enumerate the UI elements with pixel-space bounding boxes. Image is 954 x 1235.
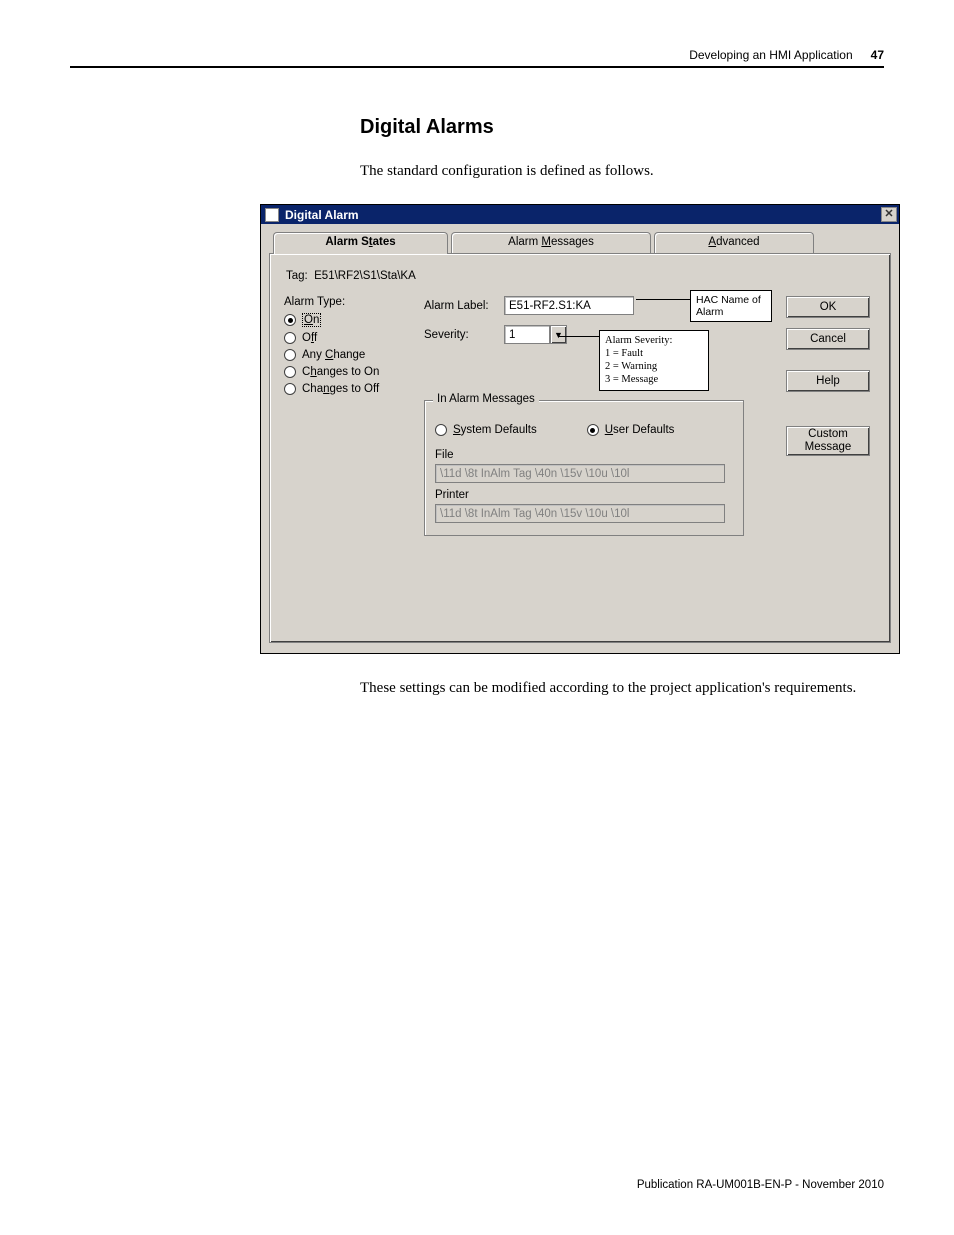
publication-footer: Publication RA-UM001B-EN-P - November 20… — [637, 1179, 884, 1191]
tab-alarm-messages[interactable]: Alarm Messages — [451, 232, 651, 254]
custom-message-button[interactable]: Custom Message — [786, 426, 870, 456]
radio-dot-icon — [284, 332, 296, 344]
close-icon[interactable]: ✕ — [881, 207, 897, 222]
group-legend: In Alarm Messages — [433, 393, 539, 405]
chevron-down-icon[interactable]: ▼ — [550, 325, 567, 344]
callout-leader-line — [559, 336, 599, 337]
callout-leader-line — [636, 299, 690, 300]
running-header: Developing an HMI Application 47 — [70, 48, 884, 62]
printer-label: Printer — [435, 489, 733, 501]
severity-label: Severity: — [424, 329, 496, 341]
radio-off[interactable]: Off — [284, 332, 424, 344]
radio-system-defaults[interactable]: System Defaults — [435, 424, 537, 436]
radio-on[interactable]: On — [284, 313, 424, 327]
section-title: Digital Alarms — [360, 116, 884, 139]
tab-panel: Tag: E51\RF2\S1\Sta\KA Alarm Type: On — [269, 253, 891, 643]
tag-label: Tag: — [286, 270, 308, 282]
tag-value: E51\RF2\S1\Sta\KA — [314, 270, 416, 282]
radio-dot-icon — [435, 424, 447, 436]
chapter-title: Developing an HMI Application — [689, 48, 852, 62]
window-title: Digital Alarm — [285, 208, 359, 222]
file-format-input[interactable] — [435, 464, 725, 483]
window-icon — [265, 208, 279, 222]
header-rule — [70, 66, 884, 68]
tab-alarm-states[interactable]: Alarm States — [273, 232, 448, 254]
radio-any-change[interactable]: Any Change — [284, 349, 424, 361]
titlebar: Digital Alarm ✕ — [261, 205, 899, 224]
alarm-label-input[interactable] — [504, 296, 634, 315]
alarm-label-label: Alarm Label: — [424, 300, 496, 312]
ok-button[interactable]: OK — [786, 296, 870, 318]
alarm-type-label: Alarm Type: — [284, 296, 424, 308]
callout-hac-name: HAC Name of Alarm — [690, 290, 772, 322]
radio-dot-icon — [284, 314, 296, 326]
callout-severity-legend: Alarm Severity: 1 = Fault 2 = Warning 3 … — [599, 330, 709, 391]
printer-format-input[interactable] — [435, 504, 725, 523]
radio-dot-icon — [284, 349, 296, 361]
digital-alarm-dialog: Digital Alarm ✕ Alarm States Alarm Messa… — [260, 204, 900, 654]
cancel-button[interactable]: Cancel — [786, 328, 870, 350]
severity-combo[interactable]: ▼ — [504, 325, 567, 344]
radio-changes-to-on[interactable]: Changes to On — [284, 366, 424, 378]
file-label: File — [435, 449, 733, 461]
severity-input[interactable] — [504, 325, 550, 344]
tag-display: Tag: E51\RF2\S1\Sta\KA — [286, 270, 876, 282]
tab-advanced[interactable]: Advanced — [654, 232, 814, 254]
radio-changes-to-off[interactable]: Changes to Off — [284, 383, 424, 395]
in-alarm-messages-group: In Alarm Messages System Defaults User D… — [424, 400, 744, 536]
radio-dot-icon — [284, 383, 296, 395]
intro-text: The standard configuration is defined as… — [360, 163, 884, 180]
radio-dot-icon — [587, 424, 599, 436]
page-number: 47 — [871, 48, 884, 62]
radio-dot-icon — [284, 366, 296, 378]
tab-strip: Alarm States Alarm Messages Advanced — [269, 232, 891, 254]
radio-user-defaults[interactable]: User Defaults — [587, 424, 675, 436]
outro-text: These settings can be modified according… — [360, 678, 860, 698]
help-button[interactable]: Help — [786, 370, 870, 392]
